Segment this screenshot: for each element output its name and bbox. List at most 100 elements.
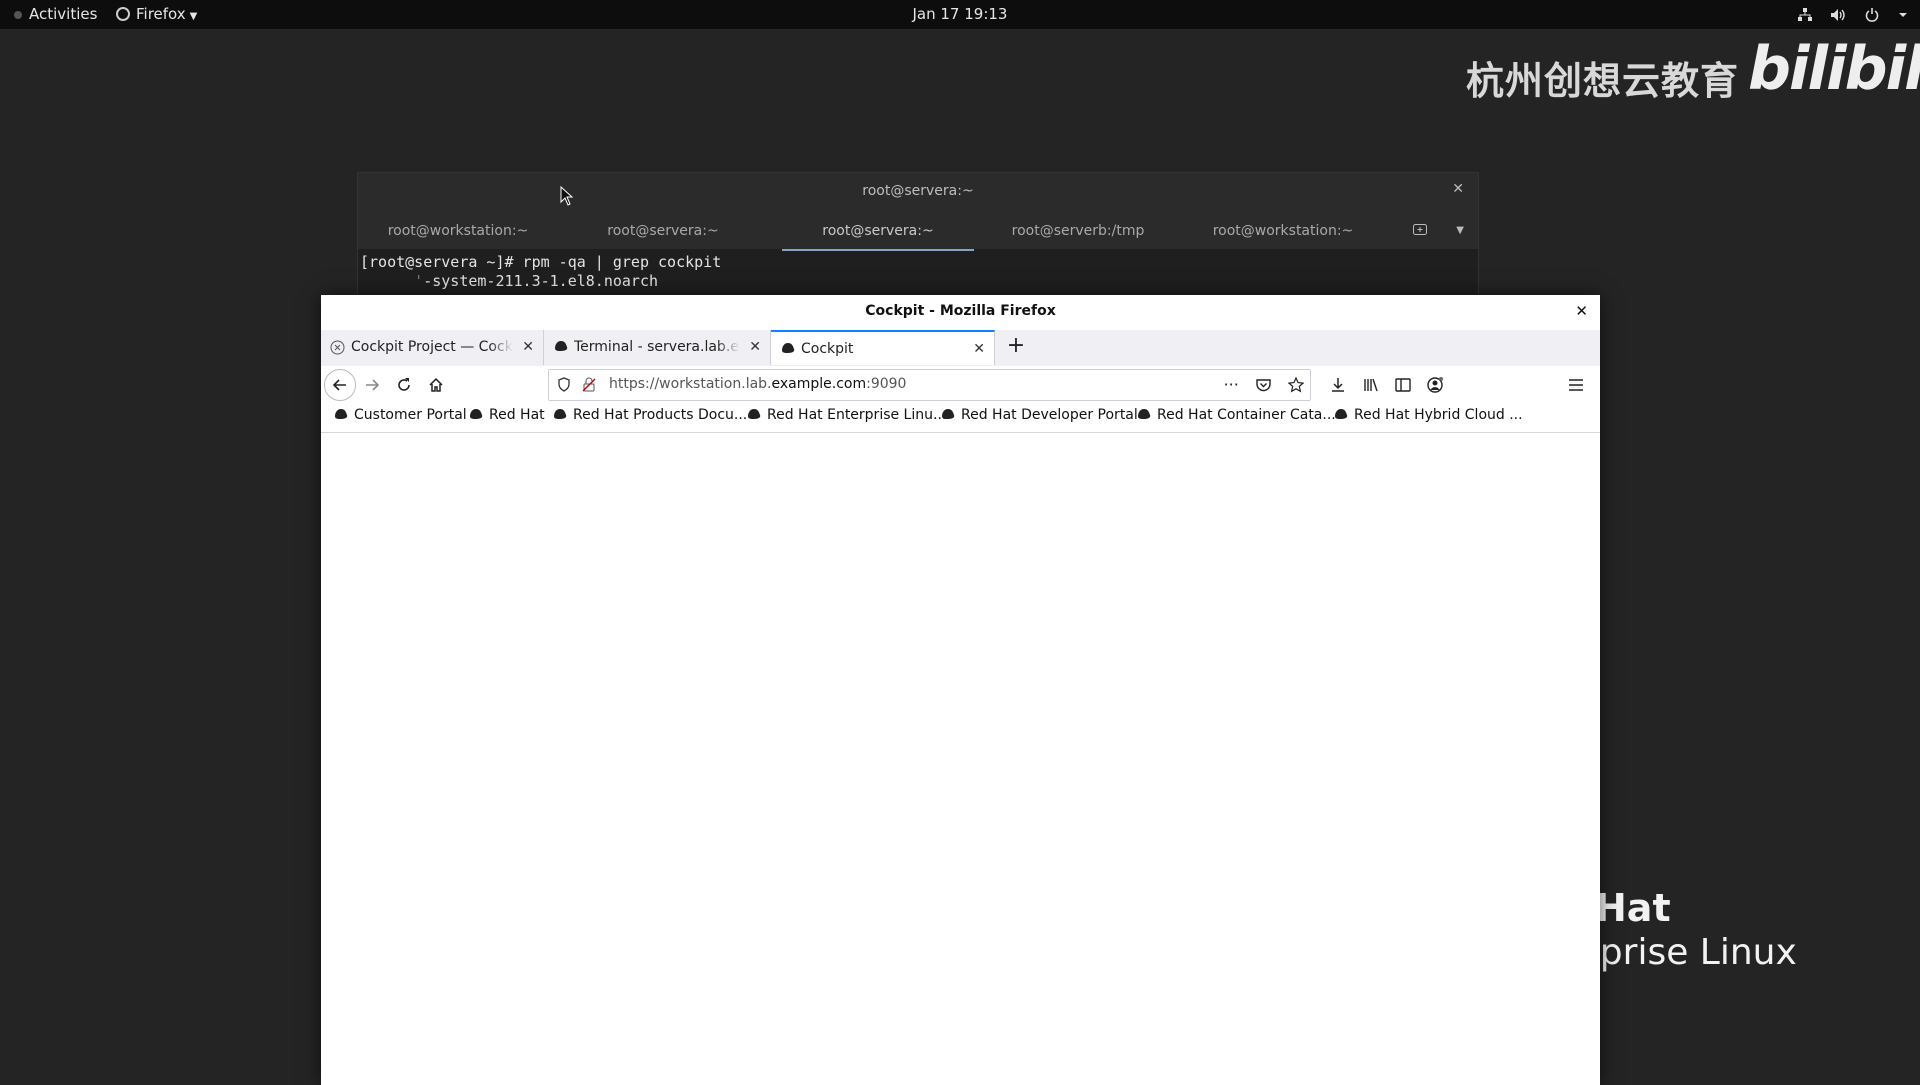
terminal-tab[interactable]: root@workstation:~ bbox=[1178, 217, 1388, 249]
activities-label: Activities bbox=[29, 5, 98, 23]
gnome-top-bar: Activities Firefox ▼ Jan 17 19:13 bbox=[0, 0, 1920, 29]
page-actions-icon[interactable]: ··· bbox=[1224, 375, 1239, 394]
activities-icon bbox=[14, 10, 22, 19]
back-arrow-icon bbox=[332, 379, 346, 391]
clock[interactable]: Jan 17 19:13 bbox=[913, 5, 1008, 23]
bookmark-item[interactable]: Red Hat Products Docu... bbox=[552, 407, 747, 423]
logo-line-2: rprise Linux bbox=[1585, 932, 1797, 973]
terminal-header: root@servera:~ ✕ root@workstation:~ root… bbox=[358, 173, 1478, 251]
redhat-icon bbox=[1138, 409, 1151, 419]
url-host: example.com bbox=[771, 376, 867, 392]
cockpit-icon bbox=[330, 340, 345, 355]
terminal-line: -system-211.3-1.el8.noarch bbox=[423, 272, 659, 290]
terminal-tab[interactable]: root@workstation:~ bbox=[358, 217, 558, 249]
redhat-icon bbox=[782, 343, 795, 353]
close-icon[interactable]: ✕ bbox=[1452, 181, 1464, 197]
bookmark-item[interactable]: Red Hat Hybrid Cloud ... bbox=[1333, 407, 1523, 423]
redhat-icon bbox=[942, 409, 955, 419]
watermark-text: 杭州创想云教育 bbox=[1466, 59, 1740, 103]
reload-icon bbox=[398, 378, 410, 391]
firefox-window[interactable]: Cockpit - Mozilla Firefox ✕ Cockpit Proj… bbox=[321, 295, 1600, 1085]
redhat-icon bbox=[335, 409, 348, 419]
browser-tab[interactable]: Terminal - servera.lab.example.com ✕ bbox=[544, 330, 771, 365]
forward-button[interactable] bbox=[357, 370, 387, 400]
activities-button[interactable]: Activities bbox=[14, 0, 97, 29]
bookmark-label: Red Hat Enterprise Linu... bbox=[767, 407, 947, 423]
firefox-tab-strip: Cockpit Project — Cockpit ✕ Terminal - s… bbox=[321, 330, 1600, 367]
bookmark-label: Red Hat Container Cata... bbox=[1157, 407, 1336, 423]
redhat-icon bbox=[1335, 409, 1348, 419]
bookmark-label: Red Hat Hybrid Cloud ... bbox=[1354, 407, 1523, 423]
url-text[interactable]: https://workstation.lab.example.com:9090 bbox=[609, 376, 906, 392]
firefox-titlebar: Cockpit - Mozilla Firefox ✕ bbox=[321, 295, 1600, 331]
logo-line-1: Hat bbox=[1595, 886, 1671, 930]
bookmark-label: Customer Portal bbox=[354, 407, 467, 423]
system-tray[interactable] bbox=[1784, 0, 1908, 29]
shield-icon[interactable] bbox=[557, 377, 571, 392]
redhat-icon bbox=[748, 409, 761, 419]
close-icon[interactable]: ✕ bbox=[1575, 302, 1588, 320]
library-icon bbox=[1364, 378, 1378, 392]
terminal-tab-active[interactable]: root@servera:~ bbox=[782, 217, 974, 251]
page-content[interactable] bbox=[321, 433, 1600, 1085]
bookmark-item[interactable]: Red Hat bbox=[468, 407, 545, 423]
browser-tab[interactable]: Cockpit Project — Cockpit ✕ bbox=[321, 330, 544, 365]
terminal-title: root@servera:~ bbox=[862, 183, 974, 199]
app-menu-firefox[interactable]: Firefox ▼ bbox=[116, 0, 197, 29]
app-menu-label: Firefox bbox=[136, 5, 186, 23]
close-icon[interactable]: ✕ bbox=[973, 332, 985, 365]
menu-button[interactable] bbox=[1561, 370, 1591, 400]
volume-icon bbox=[1831, 8, 1846, 21]
tab-label: Cockpit bbox=[801, 332, 964, 365]
bookmarks-toolbar: Customer Portal Red Hat Red Hat Products… bbox=[321, 404, 1600, 433]
bookmark-label: Red Hat bbox=[489, 407, 545, 423]
terminal-tab-bar: root@workstation:~ root@servera:~ root@s… bbox=[358, 217, 1478, 251]
bookmark-star-icon[interactable] bbox=[1287, 375, 1305, 394]
home-icon bbox=[429, 377, 443, 392]
library-button[interactable] bbox=[1356, 370, 1386, 400]
navigation-toolbar: https://workstation.lab.example.com:9090… bbox=[321, 366, 1600, 404]
terminal-output: [root@servera ~]# rpm -qa | grep cockpit… bbox=[360, 253, 721, 291]
bookmark-item[interactable]: Red Hat Enterprise Linu... bbox=[746, 407, 946, 423]
downloads-button[interactable] bbox=[1323, 370, 1353, 400]
firefox-icon bbox=[116, 7, 130, 21]
terminal-line: [root@servera ~]# rpm -qa | grep cockpit bbox=[360, 253, 722, 271]
url-port: :9090 bbox=[866, 376, 907, 392]
url-bar[interactable]: https://workstation.lab.example.com:9090… bbox=[548, 369, 1311, 401]
insecure-lock-icon[interactable] bbox=[582, 377, 596, 392]
home-button[interactable] bbox=[421, 370, 451, 400]
reload-button[interactable] bbox=[389, 370, 419, 400]
close-icon[interactable]: ✕ bbox=[522, 330, 534, 364]
url-prefix: https://workstation.lab. bbox=[609, 376, 772, 392]
bookmark-item[interactable]: Red Hat Developer Portal bbox=[940, 407, 1138, 423]
url-actions: ··· bbox=[1212, 375, 1305, 394]
chevron-down-icon: ▼ bbox=[189, 11, 198, 22]
bookmark-item[interactable]: Customer Portal bbox=[333, 407, 467, 423]
clock-area: Jan 17 19:13 bbox=[0, 0, 1920, 29]
mouse-pointer-icon bbox=[560, 186, 574, 206]
terminal-tab[interactable]: root@serverb:/tmp bbox=[978, 217, 1178, 249]
pocket-icon[interactable] bbox=[1256, 375, 1271, 394]
back-button[interactable] bbox=[324, 369, 356, 401]
tab-label: Cockpit Project — Cockpit bbox=[351, 330, 513, 364]
redhat-icon bbox=[555, 341, 568, 351]
bookmark-item[interactable]: Red Hat Container Cata... bbox=[1136, 407, 1336, 423]
account-button[interactable] bbox=[1420, 370, 1450, 400]
terminal-line-wrap: '-system-211.3-1.el8.noarch bbox=[360, 272, 721, 291]
sidebar-button[interactable] bbox=[1388, 370, 1418, 400]
terminal-window[interactable]: root@servera:~ ✕ root@workstation:~ root… bbox=[357, 172, 1479, 304]
download-icon bbox=[1332, 378, 1344, 392]
close-icon[interactable]: ✕ bbox=[749, 330, 761, 364]
chevron-down-icon bbox=[1899, 12, 1907, 17]
chevron-down-icon[interactable]: ▼ bbox=[1456, 225, 1464, 236]
redhat-icon bbox=[554, 409, 567, 419]
tab-label: Terminal - servera.lab.example.com bbox=[574, 330, 740, 364]
browser-tab-active[interactable]: Cockpit ✕ bbox=[771, 330, 995, 365]
new-tab-icon[interactable] bbox=[1412, 221, 1428, 237]
terminal-tab[interactable]: root@servera:~ bbox=[558, 217, 768, 249]
account-icon bbox=[1426, 377, 1443, 393]
bilibili-logo: bilibili bbox=[1748, 34, 1920, 104]
power-icon bbox=[1865, 7, 1879, 22]
new-tab-button[interactable]: + bbox=[1001, 330, 1031, 365]
bookmark-label: Red Hat Developer Portal bbox=[961, 407, 1138, 423]
